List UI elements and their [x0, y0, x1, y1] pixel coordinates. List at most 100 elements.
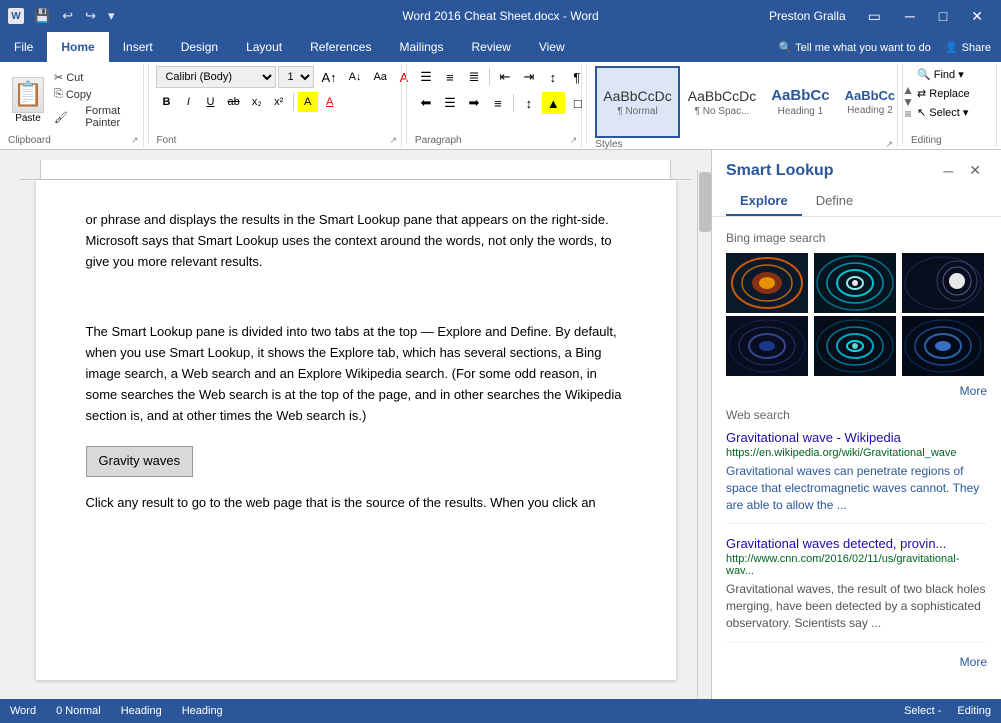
- font-color-button[interactable]: A: [320, 92, 340, 112]
- ribbon-tabs: File Home Insert Design Layout Reference…: [0, 32, 1001, 62]
- subscript-button[interactable]: x₂: [247, 92, 267, 112]
- format-painter-button[interactable]: 🖌 Format Painter: [50, 104, 139, 130]
- text-highlight-button[interactable]: A: [298, 92, 318, 112]
- sort-button[interactable]: ↕: [542, 66, 564, 88]
- bullets-button[interactable]: ☰: [415, 66, 437, 88]
- line-spacing-button[interactable]: ↕: [518, 92, 540, 114]
- decrease-font-button[interactable]: A↓: [344, 67, 367, 87]
- doc-text-1: or phrase and displays the results in th…: [86, 210, 626, 272]
- italic-button[interactable]: I: [178, 92, 198, 112]
- maximize-button[interactable]: □: [929, 4, 957, 28]
- numbering-button[interactable]: ≡: [439, 66, 461, 88]
- tab-mailings[interactable]: Mailings: [385, 32, 457, 62]
- tab-file[interactable]: File: [0, 32, 47, 62]
- word-icon: W: [8, 8, 24, 24]
- bing-more-link[interactable]: More: [726, 384, 987, 398]
- justify-button[interactable]: ≡: [487, 92, 509, 114]
- ribbon-toggle-button[interactable]: ▭: [858, 4, 891, 29]
- minimize-button[interactable]: ─: [895, 4, 925, 28]
- show-formatting-button[interactable]: ¶: [566, 66, 588, 88]
- increase-indent-button[interactable]: ⇥: [518, 66, 540, 88]
- ruler-inner: [40, 160, 671, 179]
- select-button[interactable]: ↖ Select ▾: [911, 104, 974, 121]
- tab-define[interactable]: Define: [802, 187, 868, 216]
- smart-lookup-panel: Smart Lookup ─ ✕ Explore Define Bing ima…: [711, 150, 1001, 699]
- tab-references[interactable]: References: [296, 32, 385, 62]
- shading-button[interactable]: ▲: [542, 92, 565, 114]
- align-left-button[interactable]: ⬅: [415, 92, 437, 114]
- smart-lookup-content[interactable]: Bing image search: [712, 217, 1001, 699]
- share-button[interactable]: 👤 Share: [945, 41, 991, 54]
- paste-button[interactable]: 📋 Paste: [8, 73, 48, 128]
- tab-home[interactable]: Home: [47, 32, 108, 62]
- tab-explore[interactable]: Explore: [726, 187, 802, 216]
- tab-review[interactable]: Review: [457, 32, 524, 62]
- vertical-scrollbar[interactable]: [697, 170, 711, 699]
- smart-lookup-close-button[interactable]: ✕: [963, 160, 987, 181]
- style-heading2[interactable]: AaBbCc Heading 2: [838, 66, 903, 138]
- image-cell-2[interactable]: [814, 253, 896, 313]
- scroll-thumb[interactable]: [699, 172, 711, 232]
- tell-me-input[interactable]: 🔍 Tell me what you want to do: [779, 41, 931, 54]
- image-cell-4[interactable]: [726, 316, 808, 376]
- align-right-button[interactable]: ➡: [463, 92, 485, 114]
- quick-access-toolbar: 💾 ↩ ↪ ▾: [30, 6, 119, 26]
- replace-button[interactable]: ⇄ Replace: [911, 85, 976, 102]
- result-2-title[interactable]: Gravitational waves detected, provin...: [726, 536, 987, 551]
- image-cell-1[interactable]: [726, 253, 808, 313]
- redo-button[interactable]: ↪: [81, 6, 100, 26]
- cut-button[interactable]: ✂ Cut: [50, 70, 139, 85]
- qa-dropdown-button[interactable]: ▾: [104, 6, 119, 26]
- paragraph-expand-button[interactable]: ↗: [570, 135, 578, 146]
- editing-label: Editing: [911, 135, 942, 146]
- multilevel-list-button[interactable]: ≣: [463, 66, 485, 88]
- tab-layout[interactable]: Layout: [232, 32, 296, 62]
- document-area[interactable]: or phrase and displays the results in th…: [0, 150, 711, 699]
- strikethrough-button[interactable]: ab: [222, 92, 244, 112]
- result-1-title[interactable]: Gravitational wave - Wikipedia: [726, 430, 987, 445]
- save-button[interactable]: 💾: [30, 6, 54, 26]
- close-button[interactable]: ✕: [961, 4, 993, 29]
- tab-insert[interactable]: Insert: [109, 32, 167, 62]
- status-select: Select -: [904, 705, 941, 717]
- smart-lookup-tabs: Explore Define: [712, 187, 1001, 217]
- font-size-select[interactable]: 11: [278, 66, 314, 88]
- image-cell-6[interactable]: [902, 316, 984, 376]
- doc-gap-1: [86, 282, 626, 322]
- increase-font-button[interactable]: A↑: [316, 67, 341, 87]
- tab-view[interactable]: View: [525, 32, 579, 62]
- search-result-1[interactable]: Gravitational wave - Wikipedia https://e…: [726, 430, 987, 524]
- change-case-button[interactable]: Aa: [368, 67, 391, 87]
- ribbon-body: 📋 Paste ✂ Cut ⎘ Copy 🖌 Format Painter Cl…: [0, 62, 1001, 150]
- font-expand-button[interactable]: ↗: [389, 135, 397, 146]
- tab-design[interactable]: Design: [167, 32, 232, 62]
- user-name: Preston Gralla: [769, 9, 846, 23]
- web-more-link[interactable]: More: [726, 655, 987, 669]
- clipboard-group: 📋 Paste ✂ Cut ⎘ Copy 🖌 Format Painter Cl…: [4, 64, 144, 147]
- clipboard-expand-button[interactable]: ↗: [131, 135, 139, 146]
- styles-expand-button[interactable]: ↗: [886, 139, 894, 150]
- superscript-button[interactable]: x²: [269, 92, 289, 112]
- image-cell-5[interactable]: [814, 316, 896, 376]
- align-center-button[interactable]: ☰: [439, 92, 461, 114]
- image-grid: [726, 253, 987, 376]
- clipboard-label: Clipboard: [8, 135, 51, 146]
- style-heading1[interactable]: AaBbCc Heading 1: [764, 66, 836, 138]
- image-cell-3[interactable]: [902, 253, 984, 313]
- smart-lookup-collapse-button[interactable]: ─: [937, 160, 959, 181]
- underline-button[interactable]: U: [200, 92, 220, 112]
- font-label: Font: [156, 135, 176, 146]
- copy-button[interactable]: ⎘ Copy: [50, 87, 139, 102]
- style-no-spacing[interactable]: AaBbCcDc ¶ No Spac...: [681, 66, 763, 138]
- selected-term-box[interactable]: Gravity waves: [86, 446, 194, 477]
- find-button[interactable]: 🔍 Find ▾: [911, 66, 970, 83]
- result-2-desc: Gravitational waves, the result of two b…: [726, 581, 987, 631]
- decrease-indent-button[interactable]: ⇤: [494, 66, 516, 88]
- search-result-2[interactable]: Gravitational waves detected, provin... …: [726, 536, 987, 642]
- editing-group: 🔍 Find ▾ ⇄ Replace ↖ Select ▾ Editing: [907, 64, 997, 147]
- bold-button[interactable]: B: [156, 92, 176, 112]
- styles-label: Styles: [595, 139, 622, 150]
- undo-button[interactable]: ↩: [58, 6, 77, 26]
- font-family-select[interactable]: Calibri (Body): [156, 66, 276, 88]
- style-normal[interactable]: AaBbCcDc ¶ Normal: [595, 66, 679, 138]
